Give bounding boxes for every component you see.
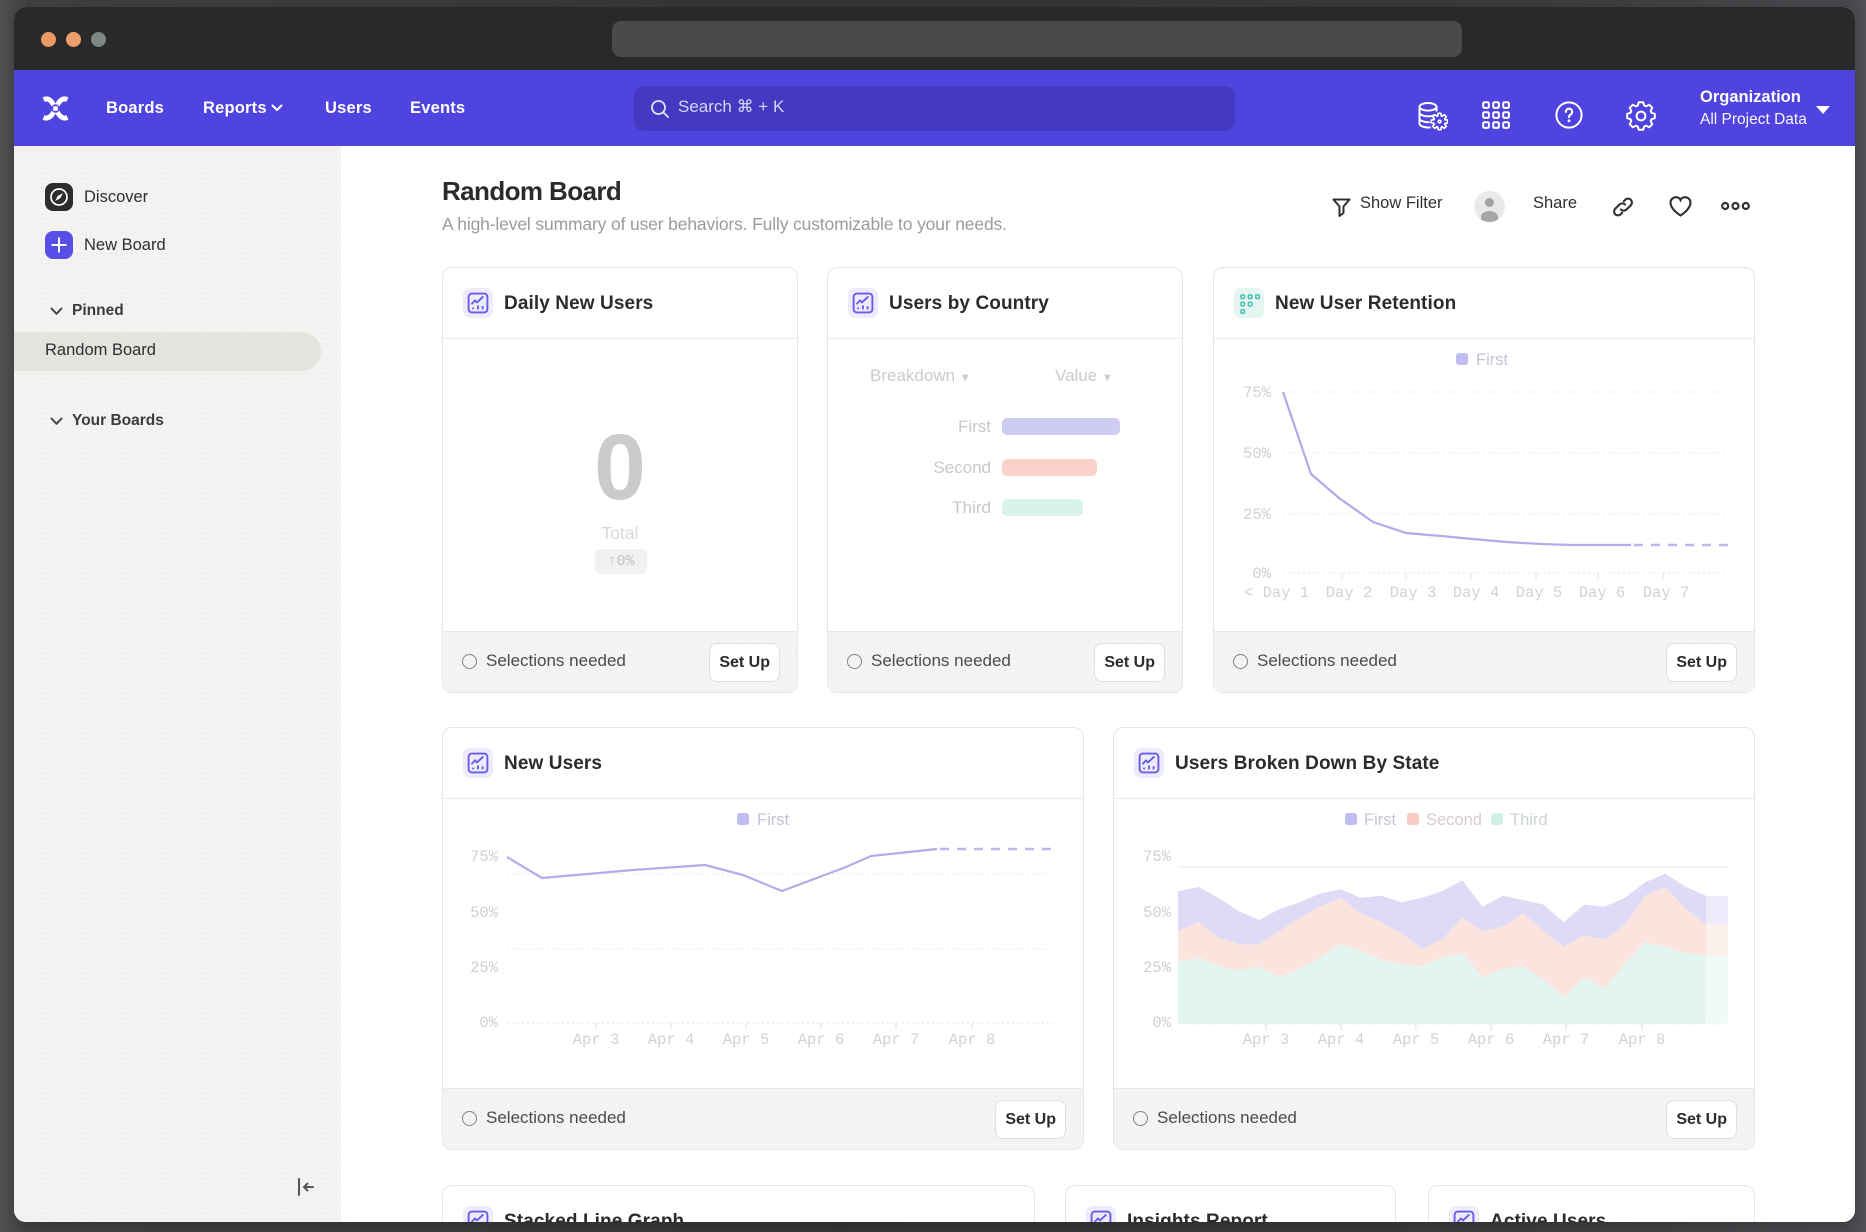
svg-text:Third: Third: [1510, 811, 1548, 829]
svg-text:Apr 6: Apr 6: [798, 1031, 845, 1049]
svg-text:75%: 75%: [1143, 848, 1172, 866]
svg-text:Day 5: Day 5: [1516, 584, 1563, 602]
svg-text:25%: 25%: [470, 959, 499, 977]
svg-text:Apr 7: Apr 7: [1543, 1031, 1590, 1049]
svg-text:50%: 50%: [470, 904, 499, 922]
svg-text:Day 2: Day 2: [1326, 584, 1373, 602]
svg-text:75%: 75%: [470, 848, 499, 866]
svg-text:0%: 0%: [479, 1014, 498, 1032]
svg-text:Apr 4: Apr 4: [1318, 1031, 1365, 1049]
svg-text:25%: 25%: [1243, 506, 1272, 524]
svg-text:75%: 75%: [1243, 384, 1272, 402]
svg-text:0%: 0%: [1152, 1014, 1171, 1032]
svg-text:Apr 4: Apr 4: [648, 1031, 695, 1049]
svg-text:Apr 6: Apr 6: [1468, 1031, 1515, 1049]
svg-text:Day 4: Day 4: [1453, 584, 1500, 602]
svg-text:Day 7: Day 7: [1643, 584, 1690, 602]
svg-text:Apr 5: Apr 5: [723, 1031, 770, 1049]
svg-text:Apr 5: Apr 5: [1393, 1031, 1440, 1049]
svg-text:50%: 50%: [1143, 904, 1172, 922]
svg-text:First: First: [1364, 811, 1396, 829]
svg-text:Apr 3: Apr 3: [1243, 1031, 1290, 1049]
svg-text:0%: 0%: [1252, 565, 1271, 583]
svg-text:Apr 7: Apr 7: [873, 1031, 920, 1049]
svg-text:Apr 3: Apr 3: [573, 1031, 620, 1049]
svg-text:Day 3: Day 3: [1390, 584, 1437, 602]
svg-text:Day 6: Day 6: [1579, 584, 1626, 602]
svg-text:< Day 1: < Day 1: [1244, 584, 1309, 602]
svg-text:25%: 25%: [1143, 959, 1172, 977]
svg-text:50%: 50%: [1243, 445, 1272, 463]
svg-text:Apr 8: Apr 8: [949, 1031, 996, 1049]
svg-text:Apr 8: Apr 8: [1619, 1031, 1666, 1049]
svg-text:Second: Second: [1426, 811, 1482, 829]
svg-text:First: First: [1476, 351, 1508, 369]
svg-text:First: First: [757, 811, 789, 829]
